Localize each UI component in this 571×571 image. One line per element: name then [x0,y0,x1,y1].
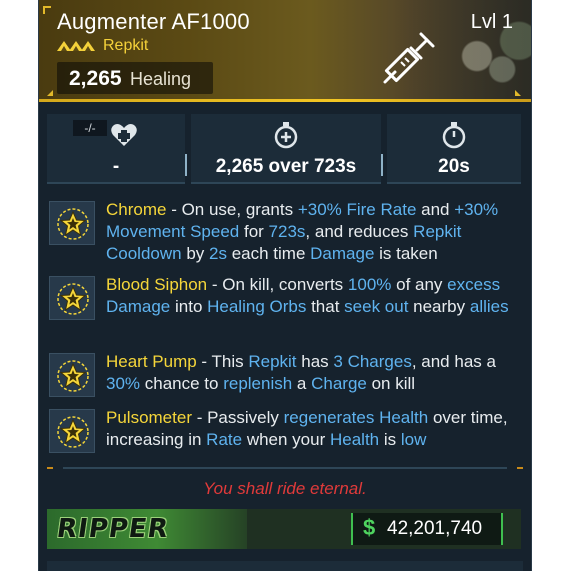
stat-tag: -/- [73,120,107,136]
perk-text-segment: when your [242,430,330,449]
perk-badge [49,353,95,397]
primary-stat-value: 2,265 [69,67,122,90]
perk-description: Chrome - On use, grants +30% Fire Rate a… [106,199,519,265]
perk-name: Blood Siphon [106,275,208,294]
perk-heart-pump: Heart Pump - This Repkit has 3 Charges, … [49,351,519,397]
stat-heal-over-time: 2,265 over 723s [191,114,381,184]
perk-name: Pulsometer [106,408,192,427]
stat-divider [381,154,383,176]
perk-keyword: +30% Fire Rate [297,200,417,219]
perk-pulsometer: Pulsometer - Passively regenerates Healt… [49,407,519,453]
ripper-manufacturer-logo: RIPPER [54,514,171,544]
perk-badge [49,276,95,320]
perk-keyword: 100% [347,275,392,294]
stat-cooldown: 20s [387,114,521,184]
perk-text-segment: chance to [140,374,224,393]
perk-text-segment: on kill [366,374,416,393]
flavor-text: You shall ride eternal. [203,479,367,498]
stat-underline [191,182,381,184]
stat-divider [185,154,187,176]
perk-keyword: 2s [209,244,227,263]
perk-text-segment: and [416,200,455,219]
perk-name: Heart Pump [106,352,197,371]
item-card: Augmenter AF1000 Lvl 1 Repkit 2,265 Heal… [38,0,532,571]
perk-keyword: Health [329,430,380,449]
perk-text-segment: , and reduces [305,222,414,241]
star-perk-icon [57,283,89,315]
stat-value: 2,265 over 723s [215,156,357,177]
stat-underline [47,182,185,184]
perk-keyword: regenerates Health [283,408,429,427]
stats-row: -/- - 2,265 over 723s 20s [47,114,521,184]
stopwatch-icon [442,122,466,149]
perk-keyword: Charge [311,374,367,393]
perk-keyword: 723s [268,222,306,241]
heart-plus-icon [111,124,137,146]
syringe-icon [383,32,435,84]
stat-heal-per-use: -/- - [47,114,185,184]
corner-accent [43,6,51,14]
item-type: Repkit [103,37,149,54]
perk-text-segment: each time [226,244,311,263]
perk-text-segment: - Passively [191,408,284,427]
perk-keyword: Repkit [248,352,297,371]
perk-text-segment: by [181,244,210,263]
perk-name: Chrome [106,200,167,219]
perk-text-segment: is taken [374,244,438,263]
perk-description: Blood Siphon - On kill, converts 100% of… [106,274,519,318]
manufacturer-banner: RIPPER [47,509,247,549]
perk-keyword: replenish [223,374,293,393]
perk-text-segment: a [292,374,312,393]
rarity-chevron-icon [57,41,95,51]
perk-description: Pulsometer - Passively regenerates Healt… [106,407,519,451]
dollar-icon: $ [363,515,376,540]
perk-text-segment: for [239,222,269,241]
price-value: 42,201,740 [387,518,483,539]
perk-text-segment: - This [196,352,249,371]
perk-text-segment: - On kill, converts [207,275,348,294]
primary-stat-label: Healing [130,69,192,89]
perk-chrome: Chrome - On use, grants +30% Fire Rate a… [49,199,519,265]
bottom-strip [47,561,523,571]
perk-text-segment: that [306,297,345,316]
perk-keyword: Damage [310,244,375,263]
perk-text-segment: , and has a [411,352,496,371]
perk-keyword: allies [469,297,509,316]
stat-value: 20s [438,156,470,177]
perk-text-segment: of any [391,275,448,294]
perk-keyword: seek out [344,297,409,316]
item-name: Augmenter AF1000 [57,9,250,34]
perk-keyword: 3 Charges [333,352,412,371]
perk-text-segment: - On use, grants [166,200,298,219]
star-perk-icon [57,208,89,240]
perk-keyword: Rate [206,430,243,449]
stat-underline [387,182,521,184]
perk-description: Heart Pump - This Repkit has 3 Charges, … [106,351,519,395]
perk-text-segment: into [170,297,208,316]
primary-stat: 2,265 Healing [57,62,213,94]
corner-accent [515,90,521,96]
item-footer: RIPPER $ 42,201,740 [47,509,521,549]
perk-badge [49,409,95,453]
perk-text-segment: has [296,352,334,371]
corner-accent [47,90,53,96]
star-perk-icon [57,416,89,448]
item-header: Augmenter AF1000 Lvl 1 Repkit 2,265 Heal… [39,0,531,102]
perk-badge [49,201,95,245]
perk-text-segment: is [379,430,401,449]
perk-keyword: low [400,430,427,449]
stopwatch-plus-icon [274,122,298,149]
perk-keyword: 30% [106,374,141,393]
star-perk-icon [57,360,89,392]
stat-value: - [112,156,120,177]
price-box: $ 42,201,740 [351,513,503,545]
item-level: Lvl 1 [470,11,513,33]
perk-blood-siphon: Blood Siphon - On kill, converts 100% of… [49,274,519,340]
perk-text-segment: nearby [408,297,470,316]
perk-keyword: Healing Orbs [207,297,307,316]
section-divider [47,467,523,469]
